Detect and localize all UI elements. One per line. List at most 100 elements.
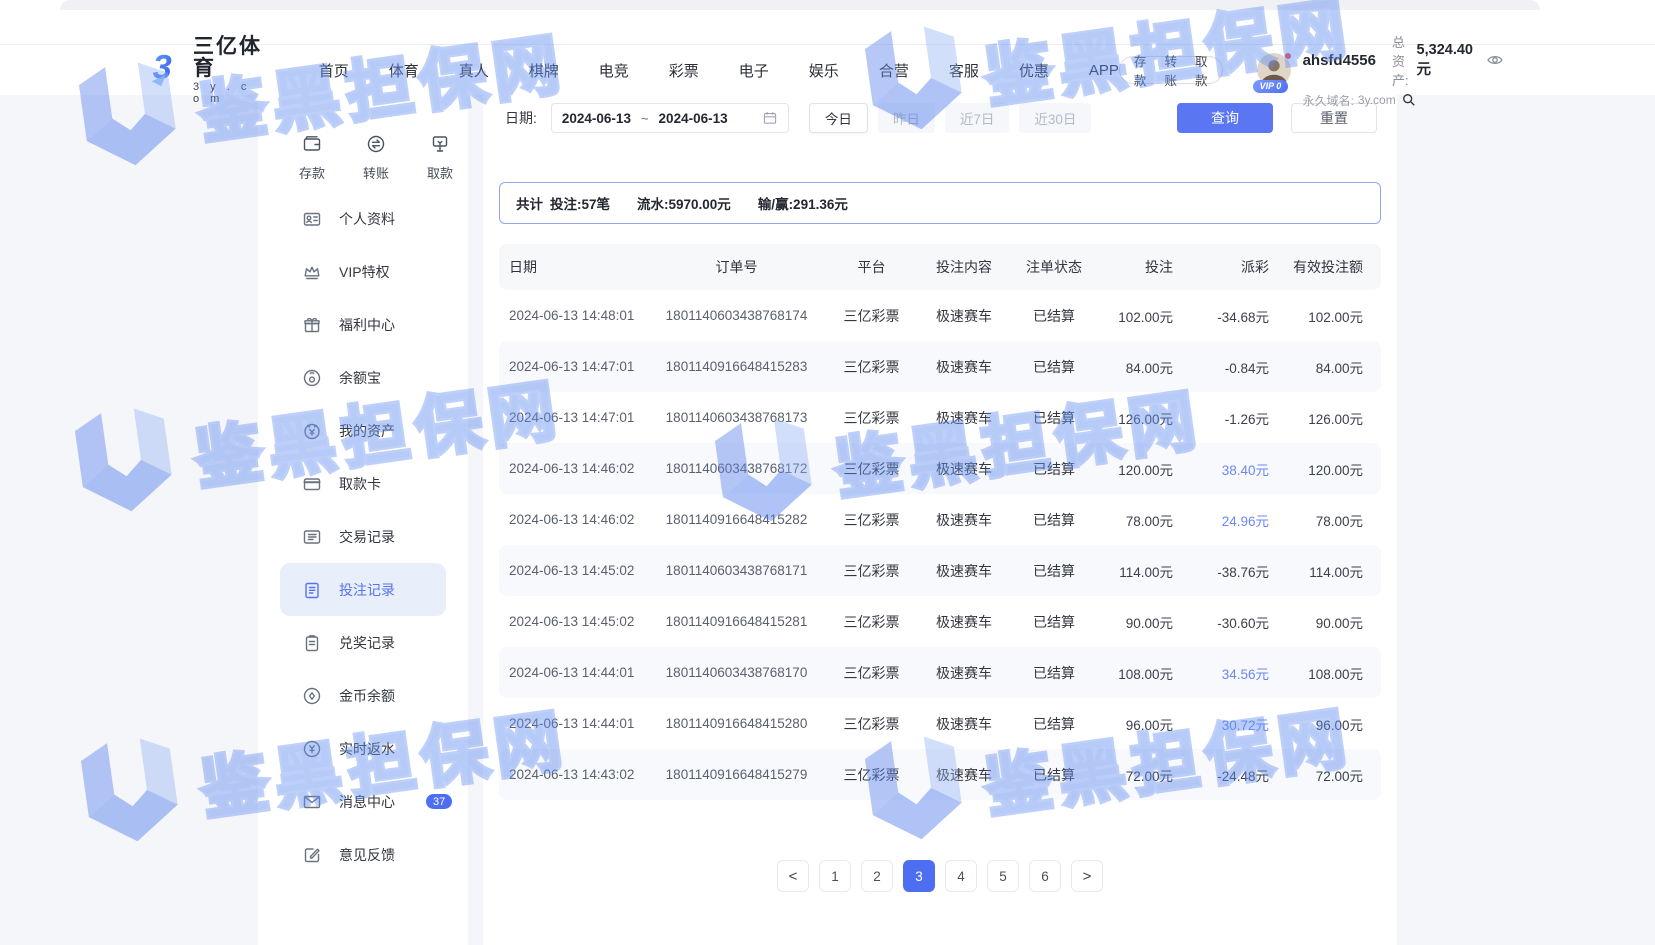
sidebar-item-redeem[interactable]: 兑奖记录	[258, 616, 468, 669]
next-page-button[interactable]: >	[1071, 860, 1103, 892]
page-button-1[interactable]: 1	[819, 860, 851, 892]
sidebar-item-rebate[interactable]: 实时返水	[258, 722, 468, 775]
cell: 2024-06-13 14:46:02	[499, 461, 649, 476]
summary-total-label: 共计	[516, 193, 543, 213]
avatar[interactable]: VIP 0	[1257, 53, 1291, 87]
page-button-3[interactable]: 3	[903, 860, 935, 892]
cell: 1801140916648415279	[649, 767, 824, 782]
sidebar-item-transactions[interactable]: 交易记录	[258, 510, 468, 563]
range-button-近30日[interactable]: 近30日	[1019, 103, 1091, 133]
cell: 78.00元	[1099, 510, 1187, 530]
quick-action-transfer[interactable]: 转账	[348, 131, 404, 182]
nav-item-体育[interactable]: 体育	[389, 60, 419, 81]
nav-item-电竞[interactable]: 电竞	[599, 60, 629, 81]
cell: 102.00元	[1099, 306, 1187, 326]
wallet-action-存款[interactable]: 存款	[1134, 51, 1147, 89]
nav-item-彩票[interactable]: 彩票	[669, 60, 699, 81]
sidebar-item-profile[interactable]: 个人资料	[258, 192, 468, 245]
date-range-input[interactable]: 2024-06-13 ~ 2024-06-13	[551, 103, 789, 133]
cell: -30.60元	[1187, 612, 1277, 632]
cell: 三亿彩票	[824, 765, 919, 785]
date-label: 日期:	[505, 108, 537, 128]
sidebar-item-yuebao[interactable]: 余额宝	[258, 351, 468, 404]
cell: 120.00元	[1099, 459, 1187, 479]
column-header: 日期	[499, 257, 649, 277]
logo-title: 三亿体育	[193, 36, 264, 80]
page-button-2[interactable]: 2	[861, 860, 893, 892]
cell: 2024-06-13 14:46:02	[499, 512, 649, 527]
cell: 1801140603438768173	[649, 410, 824, 425]
nav-item-APP[interactable]: APP	[1089, 62, 1119, 79]
sidebar-item-coins[interactable]: 金币余额	[258, 669, 468, 722]
table-row: 2024-06-13 14:44:011801140603438768170三亿…	[499, 647, 1381, 698]
unread-count-badge: 37	[426, 794, 452, 809]
sidebar-item-messages[interactable]: 消息中心37	[258, 775, 468, 828]
prev-page-button[interactable]: <	[777, 860, 809, 892]
site-header: 3 三亿体育 3 y . c o m 首页体育真人棋牌电竞彩票电子娱乐合营客服优…	[0, 45, 1655, 95]
cell: 114.00元	[1099, 561, 1187, 581]
quick-action-deposit[interactable]: 存款	[284, 131, 340, 182]
cell: 102.00元	[1277, 306, 1381, 326]
cell: -34.68元	[1187, 306, 1277, 326]
search-icon[interactable]	[1402, 93, 1416, 107]
browser-top-bar	[60, 0, 1540, 10]
table-row: 2024-06-13 14:45:021801140603438768171三亿…	[499, 545, 1381, 596]
quick-action-label: 转账	[363, 163, 389, 182]
sidebar-item-welfare[interactable]: 福利中心	[258, 298, 468, 351]
page: 3 三亿体育 3 y . c o m 首页 体育 真人 棋牌 电竞 彩票 电子 娱乐 合营 客服 优…	[0, 0, 1655, 945]
cell: 2024-06-13 14:43:02	[499, 767, 649, 782]
sidebar-item-assets[interactable]: 我的资产	[258, 404, 468, 457]
nav-item-娱乐[interactable]: 娱乐	[809, 60, 839, 81]
nav-item-优惠[interactable]: 优惠	[1019, 60, 1049, 81]
cell: 2024-06-13 14:45:02	[499, 614, 649, 629]
pagination: <123456 >	[499, 860, 1381, 892]
username: ahsfd4556	[1303, 52, 1376, 69]
cell: 已结算	[1009, 561, 1099, 581]
sidebar-item-bets[interactable]: 投注记录	[280, 563, 446, 616]
sidebar-item-label: 余额宝	[339, 368, 381, 388]
logo-text: 三亿体育 3 y . c o m	[193, 36, 264, 105]
cell: 极速赛车	[919, 714, 1009, 734]
cell: 三亿彩票	[824, 306, 919, 326]
range-button-今日[interactable]: 今日	[809, 103, 868, 133]
cell: 2024-06-13 14:44:01	[499, 665, 649, 680]
notification-dot	[1284, 52, 1292, 60]
yuebao-icon	[302, 368, 322, 388]
cell: 38.40元	[1187, 459, 1277, 479]
sidebar-item-vip[interactable]: VIP特权	[258, 245, 468, 298]
cell: -38.76元	[1187, 561, 1277, 581]
table-header: 日期订单号平台投注内容注单状态投注派彩有效投注额	[499, 244, 1381, 290]
cell: 24.96元	[1187, 510, 1277, 530]
summary-turnover: 流水:5970.00元	[637, 193, 731, 213]
redeem-icon	[302, 633, 322, 653]
wallet-action-取款[interactable]: 取款	[1195, 51, 1208, 89]
sidebar-item-label: 个人资料	[339, 209, 395, 229]
eye-icon[interactable]	[1487, 54, 1503, 66]
date-separator: ~	[641, 111, 649, 126]
nav-item-电子[interactable]: 电子	[739, 60, 769, 81]
domain-label: 永久域名:	[1303, 92, 1354, 109]
page-button-6[interactable]: 6	[1029, 860, 1061, 892]
coins-icon	[302, 686, 322, 706]
assets-icon	[302, 421, 322, 441]
sidebar-item-card[interactable]: 取款卡	[258, 457, 468, 510]
page-button-4[interactable]: 4	[945, 860, 977, 892]
nav-item-合营[interactable]: 合营	[879, 60, 909, 81]
sidebar-item-label: 取款卡	[339, 474, 381, 494]
table-row: 2024-06-13 14:46:021801140603438768172三亿…	[499, 443, 1381, 494]
site-logo[interactable]: 3 三亿体育 3 y . c o m	[145, 36, 264, 105]
nav-item-真人[interactable]: 真人	[459, 60, 489, 81]
cell: 34.56元	[1187, 663, 1277, 683]
table-row: 2024-06-13 14:47:011801140916648415283三亿…	[499, 341, 1381, 392]
range-button-近7日[interactable]: 近7日	[945, 103, 1010, 133]
range-button-昨日[interactable]: 昨日	[878, 103, 935, 133]
nav-item-客服[interactable]: 客服	[949, 60, 979, 81]
wallet-action-转账[interactable]: 转账	[1164, 51, 1177, 89]
nav-item-首页[interactable]: 首页	[319, 60, 349, 81]
nav-item-棋牌[interactable]: 棋牌	[529, 60, 559, 81]
cell: -24.48元	[1187, 765, 1277, 785]
main-panel: 日期: 2024-06-13 ~ 2024-06-13 今日昨日近7日近30日 …	[483, 95, 1397, 945]
quick-action-withdraw[interactable]: 取款	[412, 131, 468, 182]
sidebar-item-feedback[interactable]: 意见反馈	[258, 828, 468, 881]
page-button-5[interactable]: 5	[987, 860, 1019, 892]
